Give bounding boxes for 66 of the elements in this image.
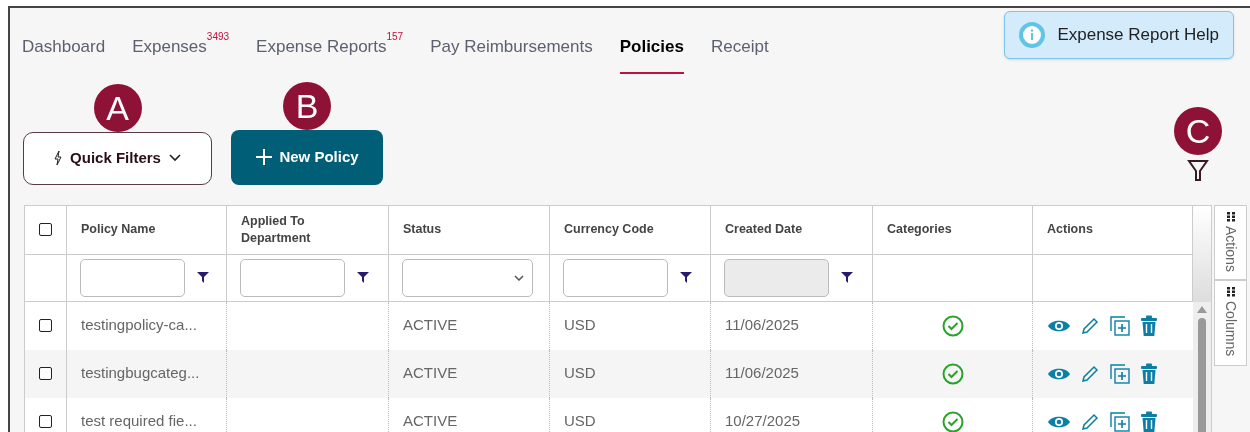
side-panel-tab[interactable]: Columns	[1214, 280, 1247, 366]
table-cell-text: USD	[564, 363, 596, 384]
nav-tab[interactable]: Pay Reimbursements	[430, 34, 593, 74]
table-cell-text: test required fie...	[81, 411, 197, 432]
trash-icon[interactable]	[1140, 362, 1158, 385]
table-cell-text: ACTIVE	[403, 315, 458, 336]
table-cell-text: ACTIVE	[403, 411, 458, 432]
side-panel-tab[interactable]: Actions	[1214, 204, 1247, 281]
column-header: Status	[403, 221, 442, 238]
checkbox[interactable]	[39, 367, 52, 380]
pencil-icon[interactable]	[1080, 411, 1100, 432]
filter-icon[interactable]	[1187, 158, 1209, 183]
new-policy-button[interactable]: New Policy	[231, 129, 383, 185]
nav-tab[interactable]: Dashboard	[22, 34, 106, 74]
table-cell-text: 11/06/2025	[725, 363, 799, 384]
chevron-down-icon	[514, 274, 524, 281]
column-header: Categories	[887, 221, 952, 238]
filter-icon[interactable]	[841, 272, 853, 283]
nav-tab[interactable]: Policies	[619, 34, 684, 74]
duplicate-icon[interactable]	[1109, 410, 1131, 432]
column-header: Policy Name	[81, 221, 156, 238]
callout-marker: C	[1174, 106, 1222, 155]
duplicate-icon[interactable]	[1109, 362, 1131, 385]
trash-icon[interactable]	[1140, 410, 1158, 432]
filter-input[interactable]	[240, 258, 345, 297]
table-cell-text: 11/06/2025	[725, 315, 799, 336]
filter-input[interactable]	[563, 258, 668, 297]
column-header: Currency Code	[564, 221, 654, 238]
table-cell-text: testingpolicy-ca...	[81, 315, 197, 336]
nav-tab[interactable]: Expense Reports	[256, 34, 387, 74]
nav-tab[interactable]: Receipt	[710, 34, 769, 74]
scrollbar[interactable]	[1193, 205, 1211, 432]
table-cell-text: USD	[564, 411, 596, 432]
nav-tab[interactable]: Expenses	[132, 34, 207, 74]
count-label: 3493	[206, 30, 230, 44]
lightning-icon	[54, 151, 63, 165]
plus-icon	[255, 148, 274, 166]
grip-icon	[1225, 211, 1236, 222]
callout-marker: A	[93, 83, 142, 132]
filter-icon[interactable]	[357, 272, 369, 283]
duplicate-icon[interactable]	[1109, 314, 1131, 337]
table-cell-text: 10/27/2025	[725, 411, 801, 432]
quick-filters-button[interactable]: Quick Filters	[23, 131, 212, 185]
column-header: Applied To Department	[241, 212, 312, 247]
callout-marker: B	[283, 81, 331, 130]
filter-input[interactable]	[80, 258, 185, 297]
info-icon	[1019, 22, 1046, 48]
table-cell-text: testingbugcateg...	[81, 363, 200, 384]
pencil-icon[interactable]	[1080, 315, 1100, 336]
checkbox[interactable]	[39, 415, 52, 428]
checkbox[interactable]	[39, 223, 52, 236]
count-label: 157	[386, 30, 404, 44]
scrollbar-thumb[interactable]	[1198, 317, 1206, 432]
scroll-up-icon	[1197, 305, 1207, 313]
grip-icon	[1225, 287, 1236, 298]
trash-icon[interactable]	[1140, 314, 1158, 337]
table-cell-text: USD	[564, 315, 596, 336]
column-header: Actions	[1047, 221, 1093, 238]
checkbox[interactable]	[39, 319, 52, 332]
table-cell-text: ACTIVE	[403, 363, 458, 384]
filter-icon[interactable]	[680, 272, 692, 283]
column-header: Created Date	[725, 221, 803, 238]
chevron-down-icon	[168, 154, 181, 162]
filter-icon[interactable]	[197, 272, 209, 283]
help-button[interactable]: Expense Report Help	[1004, 11, 1234, 59]
pencil-icon[interactable]	[1080, 363, 1100, 384]
